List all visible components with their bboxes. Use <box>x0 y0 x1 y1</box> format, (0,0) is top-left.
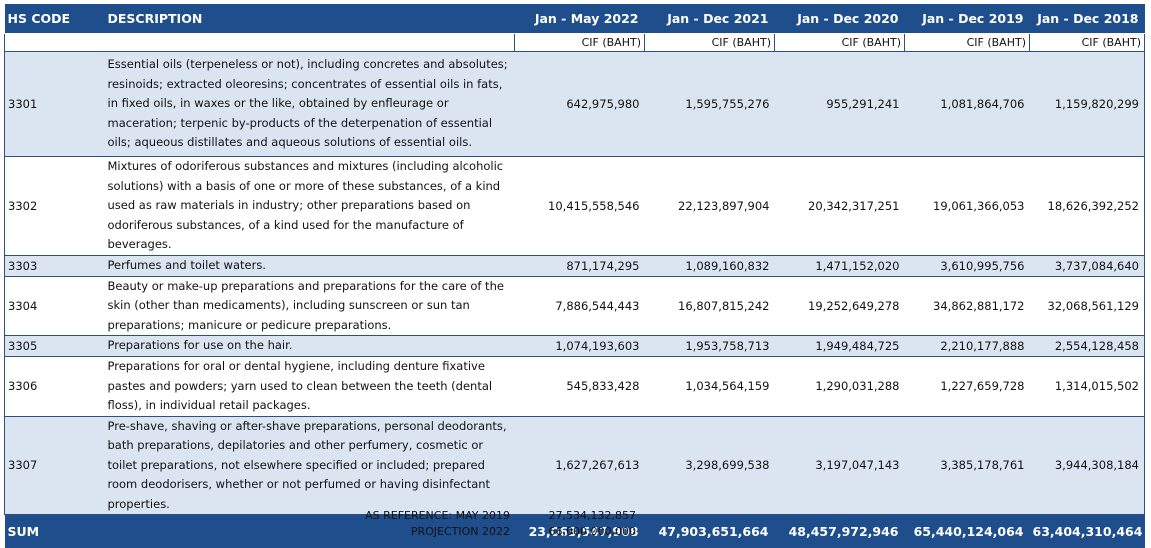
description-cell: Beauty or make-up preparations and prepa… <box>105 276 515 336</box>
unit-label: CIF (BAHT) <box>645 34 775 52</box>
value-cell: 32,068,561,129 <box>1030 276 1145 336</box>
value-cell: 1,953,758,713 <box>645 336 775 357</box>
reference-row: PROJECTION 2022 66,000,000,000 <box>300 524 640 540</box>
value-cell: 10,415,558,546 <box>515 157 645 256</box>
value-cell: 20,342,317,251 <box>775 157 905 256</box>
header-period: Jan - Dec 2020 <box>775 4 905 34</box>
sum-value: 65,440,124,064 <box>905 515 1030 548</box>
hs-code-cell: 3303 <box>5 255 105 276</box>
reference-block: AS REFERENCE: MAY 2019 27,534,132,857 PR… <box>300 508 640 540</box>
header-hs-code: HS CODE <box>5 4 105 34</box>
hs-code-cell: 3304 <box>5 276 105 336</box>
value-cell: 7,886,544,443 <box>515 276 645 336</box>
description-cell: Preparations for oral or dental hygiene,… <box>105 357 515 417</box>
description-cell: Perfumes and toilet waters. <box>105 255 515 276</box>
description-cell: Pre-shave, shaving or after-shave prepar… <box>105 416 515 515</box>
sum-value: 47,903,651,664 <box>645 515 775 548</box>
value-cell: 1,290,031,288 <box>775 357 905 417</box>
value-cell: 19,061,366,053 <box>905 157 1030 256</box>
description-cell: Preparations for use on the hair. <box>105 336 515 357</box>
value-cell: 1,034,564,159 <box>645 357 775 417</box>
description-cell: Essential oils (terpeneless or not), inc… <box>105 52 515 157</box>
reference-label: PROJECTION 2022 <box>300 524 526 540</box>
value-cell: 2,554,128,458 <box>1030 336 1145 357</box>
reference-row: AS REFERENCE: MAY 2019 27,534,132,857 <box>300 508 640 524</box>
sum-value: 63,404,310,464 <box>1030 515 1145 548</box>
value-cell: 1,627,267,613 <box>515 416 645 515</box>
value-cell: 18,626,392,252 <box>1030 157 1145 256</box>
table-row: 3307 Pre-shave, shaving or after-shave p… <box>5 416 1145 515</box>
value-cell: 3,610,995,756 <box>905 255 1030 276</box>
header-description: DESCRIPTION <box>105 4 515 34</box>
header-period: Jan - Dec 2021 <box>645 4 775 34</box>
value-cell: 16,807,815,242 <box>645 276 775 336</box>
value-cell: 3,385,178,761 <box>905 416 1030 515</box>
header-period: Jan - May 2022 <box>515 4 645 34</box>
header-period: Jan - Dec 2018 <box>1030 4 1145 34</box>
value-cell: 871,174,295 <box>515 255 645 276</box>
value-cell: 1,159,820,299 <box>1030 52 1145 157</box>
unit-blank <box>5 34 515 52</box>
value-cell: 1,949,484,725 <box>775 336 905 357</box>
table-row: 3304 Beauty or make-up preparations and … <box>5 276 1145 336</box>
header-row: HS CODE DESCRIPTION Jan - May 2022 Jan -… <box>5 4 1145 34</box>
table-row: 3305 Preparations for use on the hair. 1… <box>5 336 1145 357</box>
sum-label: SUM <box>5 515 105 548</box>
value-cell: 1,227,659,728 <box>905 357 1030 417</box>
table-row: 3303 Perfumes and toilet waters. 871,174… <box>5 255 1145 276</box>
hs-code-cell: 3302 <box>5 157 105 256</box>
sum-value: 48,457,972,946 <box>775 515 905 548</box>
table-row: 3302 Mixtures of odoriferous substances … <box>5 157 1145 256</box>
value-cell: 1,089,160,832 <box>645 255 775 276</box>
value-cell: 1,314,015,502 <box>1030 357 1145 417</box>
value-cell: 1,074,193,603 <box>515 336 645 357</box>
value-cell: 22,123,897,904 <box>645 157 775 256</box>
reference-value: 27,534,132,857 <box>526 508 636 524</box>
hs-code-cell: 3306 <box>5 357 105 417</box>
unit-row: CIF (BAHT) CIF (BAHT) CIF (BAHT) CIF (BA… <box>5 34 1145 52</box>
value-cell: 3,298,699,538 <box>645 416 775 515</box>
header-period: Jan - Dec 2019 <box>905 4 1030 34</box>
reference-label: AS REFERENCE: MAY 2019 <box>300 508 526 524</box>
unit-label: CIF (BAHT) <box>775 34 905 52</box>
value-cell: 3,944,308,184 <box>1030 416 1145 515</box>
unit-label: CIF (BAHT) <box>905 34 1030 52</box>
value-cell: 34,862,881,172 <box>905 276 1030 336</box>
unit-label: CIF (BAHT) <box>1030 34 1145 52</box>
value-cell: 642,975,980 <box>515 52 645 157</box>
value-cell: 3,737,084,640 <box>1030 255 1145 276</box>
value-cell: 1,081,864,706 <box>905 52 1030 157</box>
table-row: 3306 Preparations for oral or dental hyg… <box>5 357 1145 417</box>
value-cell: 1,471,152,020 <box>775 255 905 276</box>
value-cell: 955,291,241 <box>775 52 905 157</box>
value-cell: 2,210,177,888 <box>905 336 1030 357</box>
hs-code-cell: 3305 <box>5 336 105 357</box>
value-cell: 1,595,755,276 <box>645 52 775 157</box>
unit-label: CIF (BAHT) <box>515 34 645 52</box>
reference-value: 66,000,000,000 <box>526 524 636 540</box>
description-cell: Mixtures of odoriferous substances and m… <box>105 157 515 256</box>
trade-table: HS CODE DESCRIPTION Jan - May 2022 Jan -… <box>4 4 1145 548</box>
hs-code-cell: 3301 <box>5 52 105 157</box>
table-row: 3301 Essential oils (terpeneless or not)… <box>5 52 1145 157</box>
value-cell: 545,833,428 <box>515 357 645 417</box>
hs-code-cell: 3307 <box>5 416 105 515</box>
value-cell: 19,252,649,278 <box>775 276 905 336</box>
value-cell: 3,197,047,143 <box>775 416 905 515</box>
